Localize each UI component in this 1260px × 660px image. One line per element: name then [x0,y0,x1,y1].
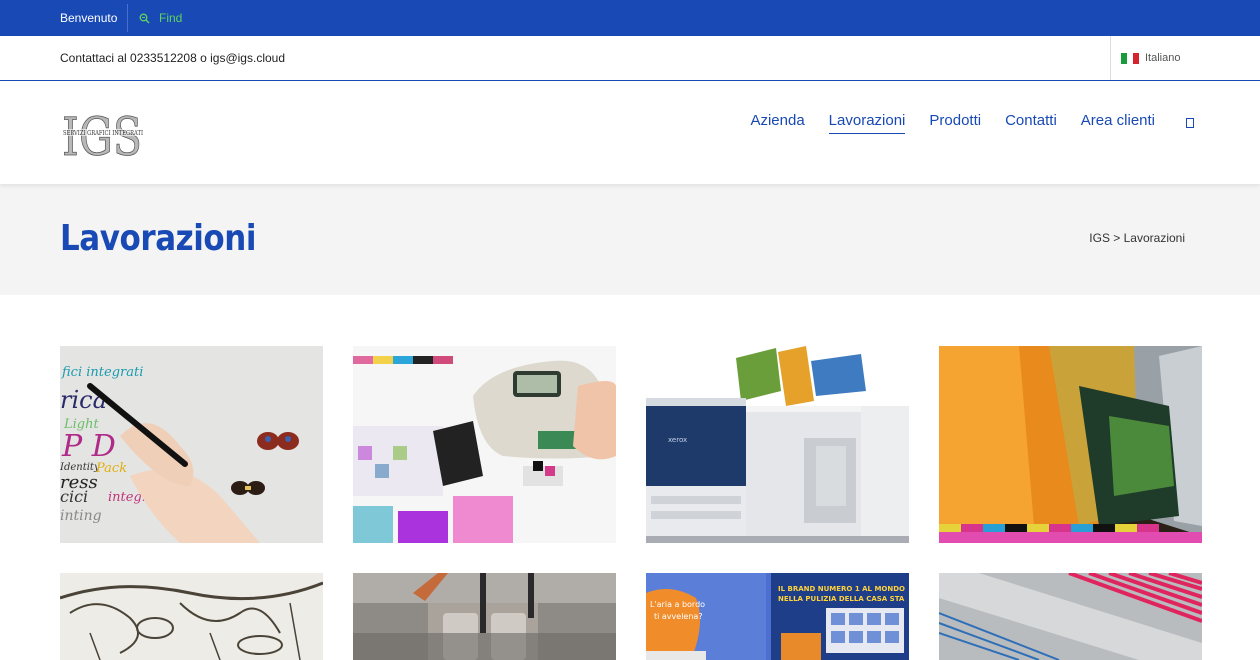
hand-writing-butterflies-image: fici integrati rica Light P D Identity P… [60,346,323,543]
gallery-tile-5[interactable] [60,573,323,660]
nav-item-lavorazioni[interactable]: Lavorazioni [828,112,906,134]
welcome-text: Benvenuto [60,11,118,25]
xerox-digital-press-image: xerox [646,346,909,543]
svg-text:fici integrati: fici integrati [61,365,143,380]
main-header: IGS SERVIZI GRAFICI INTEGRATI Azienda La… [0,81,1260,184]
language-divider [1110,36,1111,80]
svg-text:ti avvelena?: ti avvelena? [654,612,703,621]
svg-text:P D: P D [61,429,116,464]
top-bar: Benvenuto Find [0,0,1260,36]
svg-text:rica: rica [60,386,107,414]
search-toggle-icon[interactable] [1186,118,1194,128]
svg-text:xerox: xerox [668,436,687,444]
spectrophotometer-color-chart-image [353,346,616,543]
gallery-tile-6[interactable] [353,573,616,660]
engraved-botanical-print-image [60,573,323,660]
igs-logo-mark: IGS SERVIZI GRAFICI INTEGRATI [62,108,144,168]
svg-text:Pack: Pack [95,461,127,476]
gallery-tile-2[interactable] [353,346,616,543]
svg-text:IL BRAND NUMERO 1 AL MONDO: IL BRAND NUMERO 1 AL MONDO [778,585,905,593]
nav-item-contatti[interactable]: Contatti [1005,112,1057,134]
svg-text:SERVIZI GRAFICI INTEGRATI: SERVIZI GRAFICI INTEGRATI [63,130,143,137]
gallery-tile-4[interactable] [939,346,1202,543]
nav-item-area-clienti[interactable]: Area clienti [1081,112,1155,134]
page-title-strip: Lavorazioni IGS > Lavorazioni [0,184,1260,295]
main-navigation: Azienda Lavorazioni Prodotti Contatti Ar… [750,112,1155,134]
igs-logo[interactable]: IGS SERVIZI GRAFICI INTEGRATI [62,105,144,168]
breadcrumb: IGS > Lavorazioni [1089,231,1185,245]
svg-text:NELLA PULIZIA DELLA CASA STA: NELLA PULIZIA DELLA CASA STA [778,595,905,603]
gallery-tile-3[interactable]: xerox [646,346,909,543]
top-bar-divider [127,4,128,32]
find-link[interactable]: Find [139,11,182,25]
svg-text:cici: cici [60,487,88,506]
promotional-posters-image: L'aria a bordo ti avvelena? IL BRAND NUM… [646,573,909,660]
contact-info: Contattaci al 0233512208 o igs@igs.cloud [60,51,285,65]
gallery-tile-7[interactable]: L'aria a bordo ti avvelena? IL BRAND NUM… [646,573,909,660]
language-selector[interactable]: Italiano [1121,52,1180,64]
gallery-tile-1[interactable]: fici integrati rica Light P D Identity P… [60,346,323,543]
sewing-machine-foot-image [353,573,616,660]
language-label: Italiano [1145,52,1181,64]
find-label: Find [159,11,183,25]
color-bar-stripes-image [939,573,1202,660]
nav-item-azienda[interactable]: Azienda [750,112,804,134]
gallery-tile-8[interactable] [939,573,1202,660]
search-icon [139,13,150,23]
contact-bar: Contattaci al 0233512208 o igs@igs.cloud… [0,36,1260,81]
svg-text:inting: inting [60,508,102,524]
svg-text:L'aria a bordo: L'aria a bordo [650,600,705,609]
offset-printing-roll-image [939,346,1202,543]
page-title: Lavorazioni [60,218,257,259]
nav-item-prodotti[interactable]: Prodotti [929,112,981,134]
italy-flag-icon [1121,52,1139,64]
